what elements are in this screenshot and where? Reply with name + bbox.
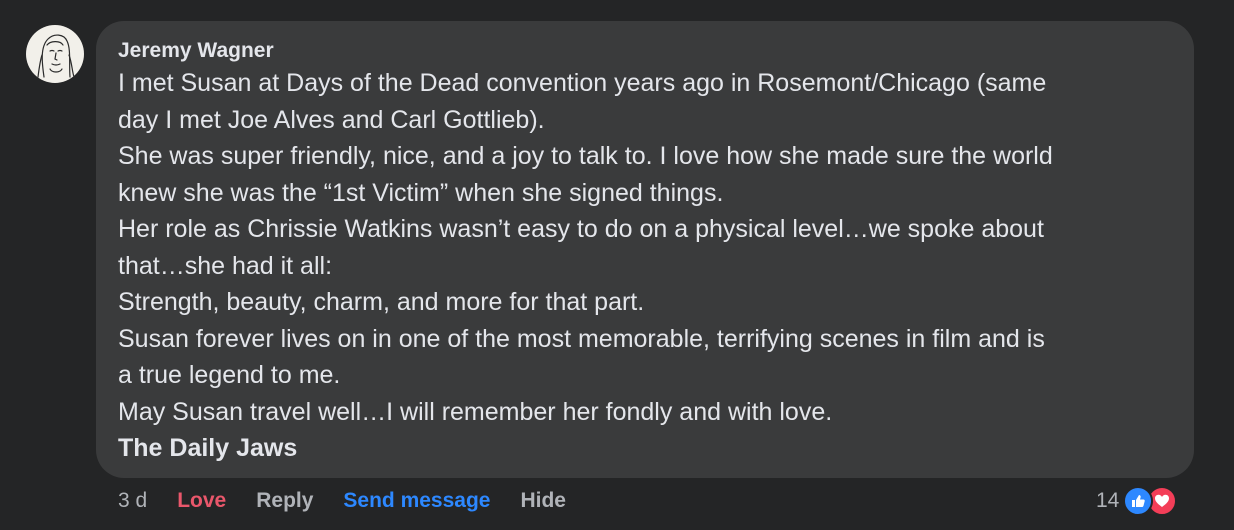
comment-line: day I met Joe Alves and Carl Gottlieb). <box>118 105 545 134</box>
comment-line: knew she was the “1st Victim” when she s… <box>118 178 724 207</box>
hide-button[interactable]: Hide <box>520 489 566 513</box>
portrait-sketch-icon <box>37 34 75 78</box>
comment-actions: 3 d Love Reply Send message Hide <box>118 485 566 517</box>
comment-line: a true legend to me. <box>118 361 341 389</box>
comment-body: I met Susan at Days of the Dead conventi… <box>118 65 1172 467</box>
comment-line: Susan forever lives on in one of the mos… <box>118 324 1045 353</box>
reaction-summary[interactable]: 14 <box>1096 485 1178 517</box>
comment-line: May Susan travel well…I will remember he… <box>118 397 833 426</box>
reaction-count: 14 <box>1096 489 1120 512</box>
comment-line: that…she had it all: <box>118 251 333 280</box>
send-message-button[interactable]: Send message <box>343 489 490 513</box>
comment-author[interactable]: Jeremy Wagner <box>118 39 1172 63</box>
comment-timestamp[interactable]: 3 d <box>118 489 147 513</box>
reply-button[interactable]: Reply <box>256 489 313 513</box>
love-button[interactable]: Love <box>177 489 226 513</box>
tagged-page-link[interactable]: The Daily Jaws <box>118 430 1172 467</box>
comment-line: Strength, beauty, charm, and more for th… <box>118 288 645 316</box>
comment-bubble: Jeremy Wagner I met Susan at Days of the… <box>96 21 1194 478</box>
comment-line: Her role as Chrissie Watkins wasn’t easy… <box>118 215 1044 243</box>
avatar[interactable] <box>26 25 84 83</box>
comment-line: She was super friendly, nice, and a joy … <box>118 142 1053 170</box>
comment-container: Jeremy Wagner I met Susan at Days of the… <box>0 0 1234 530</box>
like-icon <box>1123 486 1154 516</box>
comment-line: I met Susan at Days of the Dead conventi… <box>118 69 1047 97</box>
